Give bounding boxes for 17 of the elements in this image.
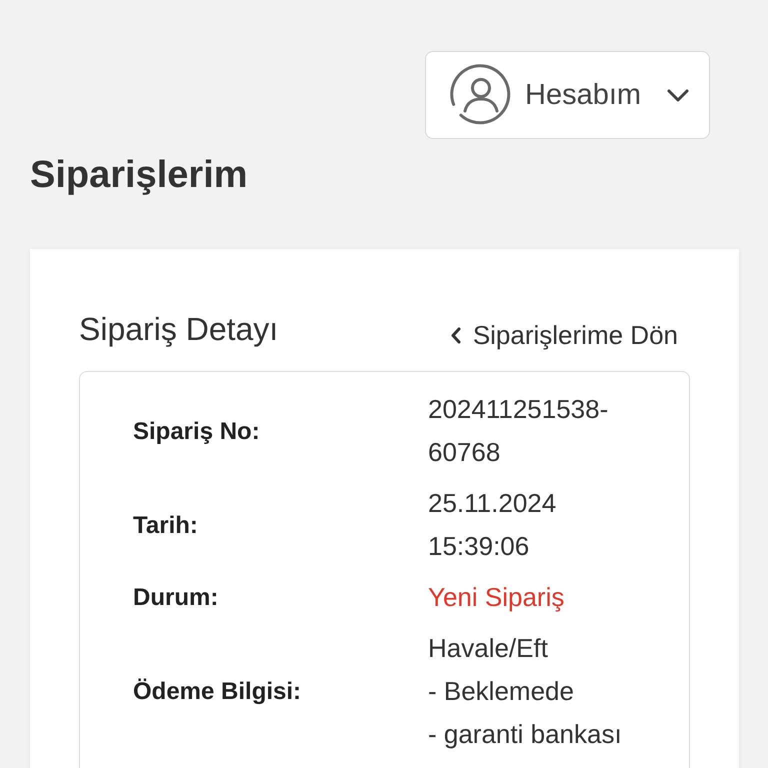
account-button[interactable]: Hesabım — [425, 51, 710, 139]
field-label: Tarih: — [133, 510, 199, 540]
field-label: Sipariş No: — [133, 416, 261, 446]
chevron-left-icon — [450, 326, 461, 344]
field-value: 202411251538-60768 — [428, 393, 610, 469]
chevron-down-icon — [667, 88, 689, 102]
payment-info-line: - garanti bankası — [428, 718, 623, 751]
user-icon — [450, 64, 512, 126]
section-title: Sipariş Detayı — [79, 310, 278, 349]
field-label: Ödeme Bilgisi: — [133, 677, 302, 707]
field-value: 25.11.2024 15:39:06 — [428, 487, 558, 563]
back-link[interactable]: Siparişlerime Dön — [450, 319, 678, 351]
field-label: Durum: — [133, 583, 220, 613]
status-text: Yeni Sipariş — [428, 581, 566, 614]
payment-info-line: - Beklemede — [428, 675, 575, 708]
page-title: Siparişlerim — [30, 153, 248, 198]
payment-info-line: Havale/Eft — [428, 632, 549, 665]
